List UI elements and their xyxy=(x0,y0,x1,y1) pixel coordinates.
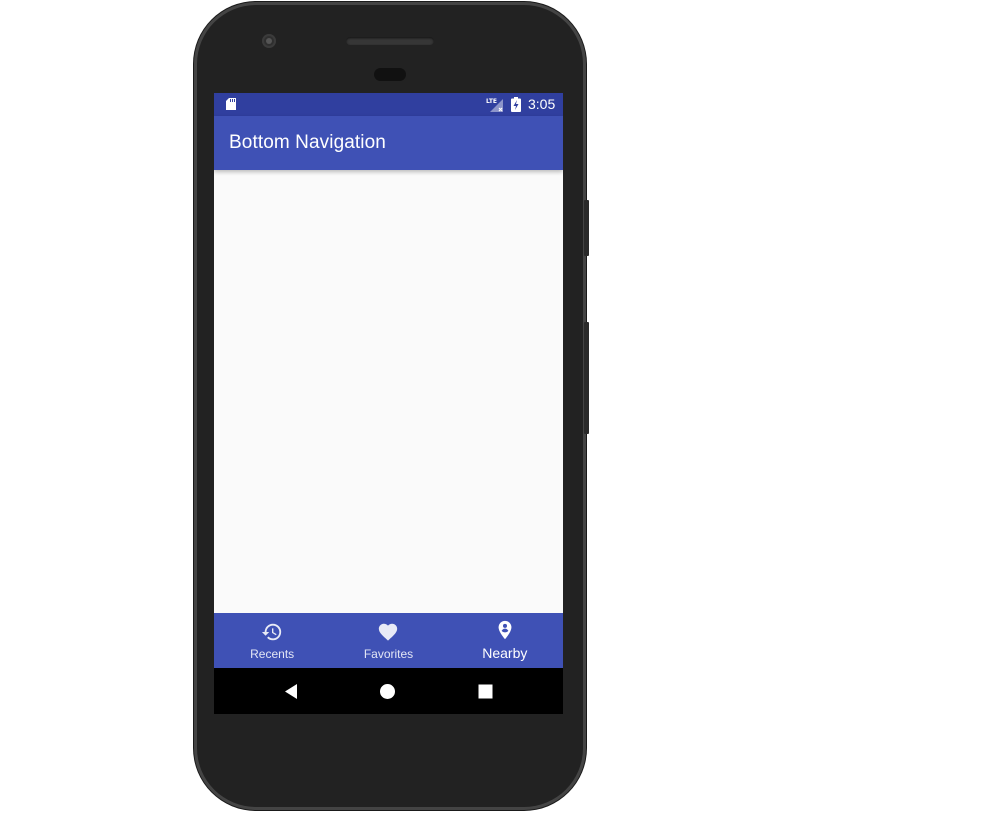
nav-label-nearby: Nearby xyxy=(482,645,528,661)
back-triangle-icon[interactable] xyxy=(283,683,300,700)
status-bar: LTE 3:05 xyxy=(214,93,563,116)
battery-charging-icon xyxy=(511,97,521,112)
phone-screen: LTE 3:05 Bottom Navigation Recents Favor… xyxy=(214,93,563,714)
nav-label-favorites: Favorites xyxy=(363,647,414,661)
power-button xyxy=(584,200,589,256)
nav-item-recents[interactable]: Recents xyxy=(214,613,330,668)
sd-card-icon xyxy=(226,98,236,110)
earpiece-speaker xyxy=(346,37,434,45)
nav-item-nearby[interactable]: Nearby xyxy=(447,613,563,668)
proximity-sensor xyxy=(374,68,406,81)
nav-label-recents: Recents xyxy=(250,647,295,661)
system-navigation-bar xyxy=(214,668,563,714)
home-circle-icon[interactable] xyxy=(379,683,396,700)
bottom-navigation: Recents Favorites Nearby xyxy=(214,613,563,668)
location-pin-icon xyxy=(498,620,512,640)
app-bar: Bottom Navigation xyxy=(214,116,563,170)
heart-icon xyxy=(379,623,398,641)
status-time: 3:05 xyxy=(528,96,556,112)
app-title: Bottom Navigation xyxy=(229,132,386,153)
device-stage: LTE 3:05 Bottom Navigation Recents Favor… xyxy=(0,0,1000,814)
main-content xyxy=(214,170,563,613)
front-camera xyxy=(262,34,276,48)
recents-square-icon[interactable] xyxy=(477,683,494,700)
volume-button xyxy=(584,322,589,434)
history-icon xyxy=(262,623,282,641)
nav-item-favorites[interactable]: Favorites xyxy=(330,613,446,668)
lte-signal-icon: LTE xyxy=(486,98,503,112)
network-label: LTE xyxy=(486,98,497,105)
